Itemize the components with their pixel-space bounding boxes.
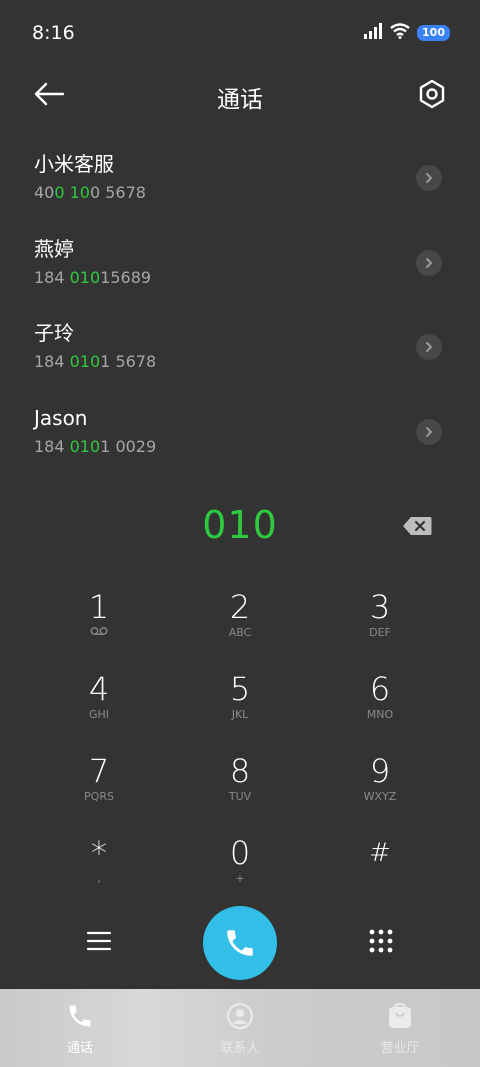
key-digit: # [369,838,391,868]
key-digit: 5 [229,670,251,708]
key-2[interactable]: 2 ABC [175,588,305,658]
contact-name: Jason [34,406,88,430]
key-letters: GHI [88,708,110,721]
nav-tab-contacts[interactable]: 联系人 [160,989,320,1067]
key-4[interactable]: 4 GHI [34,670,164,740]
contact-detail-button[interactable] [416,334,442,360]
key-letters: TUV [228,790,252,803]
keypad-toggle-button[interactable] [366,926,396,956]
voicemail-icon [90,626,108,640]
chevron-right-icon [426,427,433,437]
key-letters: DEF [369,626,391,639]
key-7[interactable]: 7 PQRS [34,752,164,822]
contact-number: 184 01015689 [34,268,152,287]
key-letters: MNO [366,708,394,721]
contact-number: 184 0101 0029 [34,437,157,456]
battery-indicator: 100 [417,25,450,41]
key-5[interactable]: 5 JKL [175,670,305,740]
contact-detail-button[interactable] [416,250,442,276]
chevron-right-icon [426,258,433,268]
status-icons: 100 [363,23,450,43]
nav-label: 联系人 [220,1041,260,1056]
key-digit: 1 [88,588,110,626]
key-0[interactable]: 0 + [175,834,305,904]
key-digit: 4 [88,670,110,708]
bottom-navigation: 通话 联系人 营业厅 [0,989,480,1067]
nav-label: 营业厅 [380,1041,420,1056]
key-letters: + [235,872,245,885]
key-star[interactable]: * , [34,834,164,904]
key-hash[interactable]: # [315,834,445,904]
wifi-icon [390,23,410,43]
key-digit: 9 [369,752,391,790]
call-button[interactable] [203,906,277,980]
phone-icon [65,1001,95,1031]
key-digit: * [91,834,107,872]
nav-tab-calls[interactable]: 通话 [0,989,160,1067]
key-digit: 3 [369,588,391,626]
nav-tab-store[interactable]: 营业厅 [320,989,480,1067]
signal-icon [363,23,383,43]
key-9[interactable]: 9 WXYZ [315,752,445,822]
contact-detail-button[interactable] [416,165,442,191]
backspace-icon [403,517,432,535]
chevron-right-icon [426,173,433,183]
contact-item[interactable]: Jason 184 0101 0029 [0,406,480,490]
status-time: 8:16 [32,22,75,44]
key-letters: , [97,872,101,885]
key-letters: WXYZ [363,790,397,803]
key-1[interactable]: 1 [34,588,164,658]
key-digit: 2 [229,588,251,626]
key-digit: 7 [88,752,110,790]
key-digit: 8 [229,752,251,790]
key-digit: 0 [229,834,251,872]
contact-name: 小米客服 [34,152,114,176]
contact-item[interactable]: 子玲 184 0101 5678 [0,321,480,405]
contact-detail-button[interactable] [416,419,442,445]
nav-label: 通话 [66,1041,93,1056]
key-6[interactable]: 6 MNO [315,670,445,740]
key-8[interactable]: 8 TUV [175,752,305,822]
menu-button[interactable] [84,926,114,956]
page-title: 通话 [217,87,263,113]
person-icon [225,1001,255,1031]
settings-button[interactable] [414,76,450,112]
contact-item[interactable]: 燕婷 184 01015689 [0,237,480,321]
contact-number: 184 0101 5678 [34,352,157,371]
menu-icon [86,931,112,951]
contact-number: 400 100 5678 [34,183,146,202]
contact-name: 子玲 [34,321,74,345]
settings-icon [419,79,445,109]
key-letters: ABC [228,626,252,639]
backspace-button[interactable] [400,514,434,538]
key-3[interactable]: 3 DEF [315,588,445,658]
key-letters: PQRS [84,790,114,803]
key-digit: 6 [369,670,391,708]
dialpad-icon [369,929,393,953]
chevron-right-icon [426,342,433,352]
key-letters: JKL [231,708,249,721]
contact-item[interactable]: 小米客服 400 100 5678 [0,152,480,236]
phone-icon [227,930,253,956]
contact-name: 燕婷 [34,237,74,261]
shopping-bag-icon [385,1001,415,1031]
